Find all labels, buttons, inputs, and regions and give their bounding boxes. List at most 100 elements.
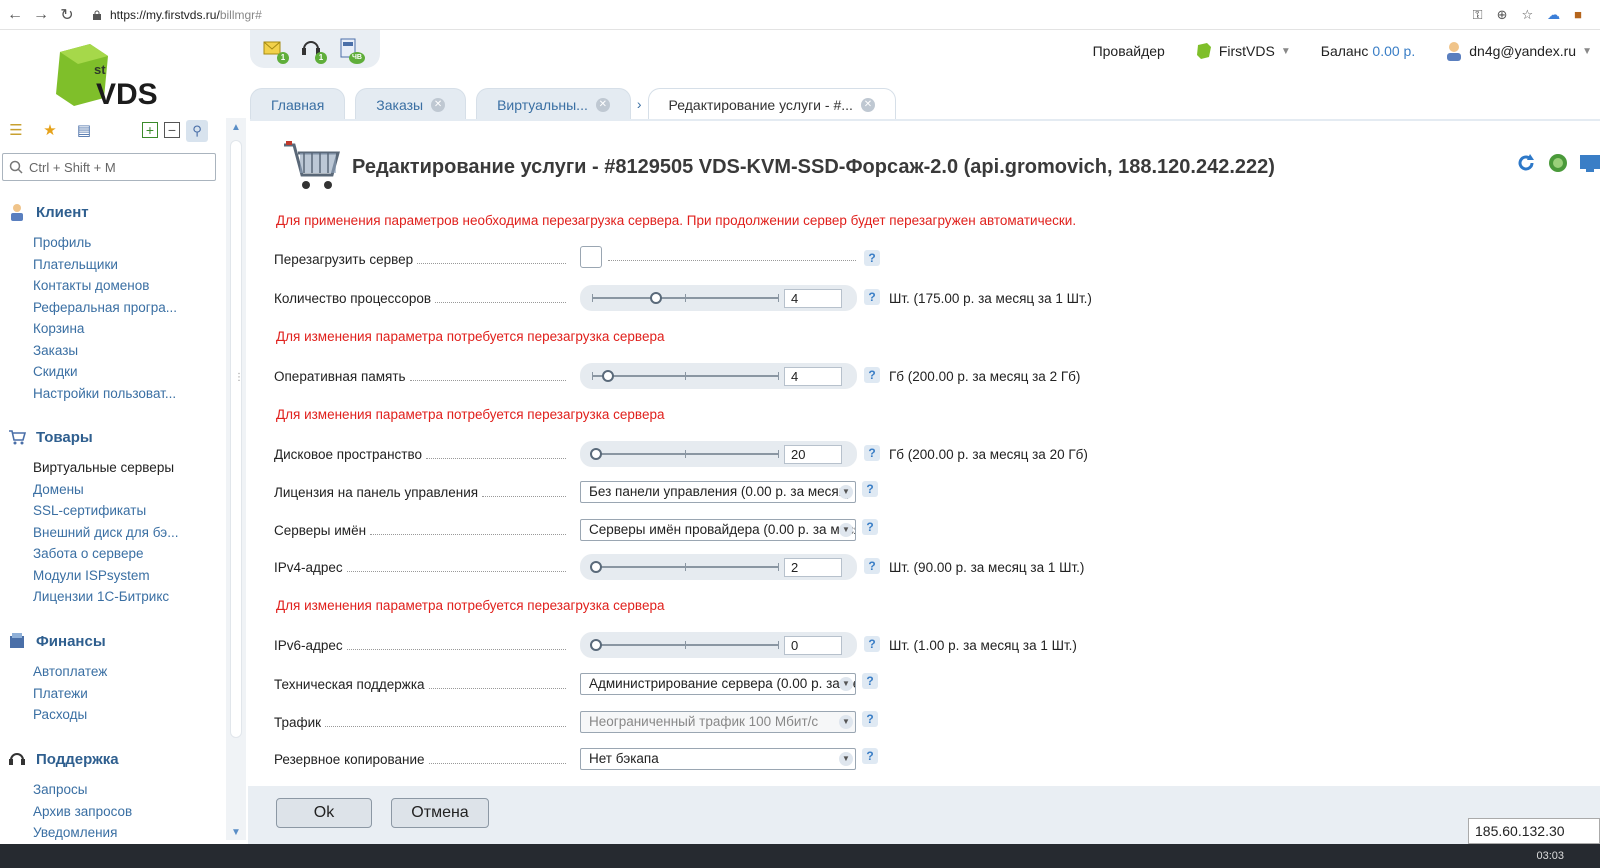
star-icon[interactable]: ☆ xyxy=(1521,7,1533,23)
scroll-down-icon[interactable]: ▼ xyxy=(231,827,241,838)
slider-handle[interactable] xyxy=(590,561,602,573)
address-bar[interactable]: https://my.firstvds.ru/billmgr# xyxy=(92,4,1473,26)
sidebar-item-server-care[interactable]: Забота о сервере xyxy=(0,543,226,565)
close-icon[interactable]: ✕ xyxy=(431,97,446,112)
sidebar-item-cart[interactable]: Корзина xyxy=(0,318,226,340)
tab-orders[interactable]: Заказы ✕ xyxy=(355,88,467,120)
help-icon[interactable]: ? xyxy=(864,445,880,461)
help-icon[interactable]: ? xyxy=(862,481,878,497)
sidebar-item-expenses[interactable]: Расходы xyxy=(0,704,226,726)
sidebar-item-virtual-servers[interactable]: Виртуальные серверы xyxy=(0,457,226,479)
forward-icon[interactable]: → xyxy=(30,4,52,26)
sidebar-item-user-settings[interactable]: Настройки пользоват... xyxy=(0,383,226,405)
tab-edit-service[interactable]: Редактирование услуги - #... ✕ xyxy=(647,88,896,120)
zoom-icon[interactable]: ⊕ xyxy=(1497,7,1508,23)
refresh-icon[interactable] xyxy=(1516,153,1536,173)
ipv4-row: IPv4-адрес 2 ? Шт. (90.00 р. за месяц за… xyxy=(274,554,1134,582)
globe-icon[interactable] xyxy=(1548,153,1568,173)
scrollbar-thumb[interactable] xyxy=(230,140,242,738)
support-select[interactable]: Администрирование сервера (0.00 р. за ме… xyxy=(580,673,856,695)
sidebar-group-title[interactable]: Товары xyxy=(0,425,226,449)
pin-icon[interactable]: ⚲ xyxy=(186,120,208,142)
reload-icon[interactable]: ↻ xyxy=(56,4,78,26)
ram-input[interactable]: 4 xyxy=(784,367,842,386)
help-icon[interactable]: ? xyxy=(864,250,880,266)
sidebar-item-notifications[interactable]: Уведомления xyxy=(0,822,226,844)
traffic-select: Неограниченный трафик 100 Мбит/с ▼ xyxy=(580,711,856,733)
sidebar-item-request-archive[interactable]: Архив запросов xyxy=(0,801,226,823)
sidebar-group-title[interactable]: Финансы xyxy=(0,629,226,653)
collapse-all-icon[interactable]: − xyxy=(164,122,180,138)
close-icon[interactable]: ✕ xyxy=(595,97,610,112)
sidebar-scrollbar[interactable]: ▲ ⋮ ▼ xyxy=(226,118,246,840)
help-icon[interactable]: ? xyxy=(862,711,878,727)
menu-search-field[interactable] xyxy=(2,153,216,181)
ipv6-row: IPv6-адрес 0 ? Шт. (1.00 р. за месяц за … xyxy=(274,632,1134,660)
help-icon[interactable]: ? xyxy=(862,673,878,689)
sidebar-item-backup-disk[interactable]: Внешний диск для бэ... xyxy=(0,522,226,544)
help-icon[interactable]: ? xyxy=(864,636,880,652)
ok-button[interactable]: Ok xyxy=(276,798,372,828)
close-icon[interactable]: ✕ xyxy=(860,97,875,112)
backup-select[interactable]: Нет бэкапа ▼ xyxy=(580,748,856,770)
sidebar-item-payers[interactable]: Плательщики xyxy=(0,254,226,276)
sidebar-group-title[interactable]: Клиент xyxy=(0,200,226,224)
ipv6-input[interactable]: 0 xyxy=(784,636,842,655)
ipv6-slider[interactable]: 0 xyxy=(580,632,857,658)
provider-selector[interactable]: FirstVDS ▼ xyxy=(1195,42,1291,60)
messages-icon[interactable]: 1 xyxy=(262,37,289,64)
disk-input[interactable]: 20 xyxy=(784,445,842,464)
cancel-button[interactable]: Отмена xyxy=(391,798,489,828)
profile-icon[interactable]: ■ xyxy=(1574,7,1582,22)
sidebar-item-domain-contacts[interactable]: Контакты доменов xyxy=(0,275,226,297)
slider-handle[interactable] xyxy=(650,292,662,304)
sidebar-item-bitrix-licenses[interactable]: Лицензии 1С-Битрикс xyxy=(0,586,226,608)
sidebar-item-discounts[interactable]: Скидки xyxy=(0,361,226,383)
sidebar-item-payments[interactable]: Платежи xyxy=(0,683,226,705)
expand-all-icon[interactable]: + xyxy=(142,122,158,138)
ipv4-input[interactable]: 2 xyxy=(784,558,842,577)
sidebar-item-ssl[interactable]: SSL-сертификаты xyxy=(0,500,226,522)
slider-handle[interactable] xyxy=(590,448,602,460)
sidebar-item-profile[interactable]: Профиль xyxy=(0,232,226,254)
cpu-input[interactable]: 4 xyxy=(784,289,842,308)
firstvds-logo[interactable]: st VDS xyxy=(50,44,170,110)
back-icon[interactable]: ← xyxy=(4,4,26,26)
nameservers-select[interactable]: Серверы имён провайдера (0.00 р. за меся… xyxy=(580,519,856,541)
reboot-checkbox[interactable] xyxy=(580,246,602,268)
clipboard-icon[interactable]: ▤ xyxy=(74,120,94,140)
help-icon[interactable]: ? xyxy=(862,748,878,764)
scroll-up-icon[interactable]: ▲ xyxy=(231,122,241,133)
menu-search-input[interactable] xyxy=(29,159,209,175)
api-icon[interactable] xyxy=(1580,153,1600,173)
tickets-icon[interactable]: ЧВ xyxy=(338,37,365,64)
tab-virtual-servers[interactable]: Виртуальны... ✕ xyxy=(476,88,631,120)
help-icon[interactable]: ? xyxy=(862,519,878,535)
sidebar-item-orders[interactable]: Заказы xyxy=(0,340,226,362)
favorites-star-icon[interactable]: ★ xyxy=(40,120,60,140)
balance-value[interactable]: 0.00 р. xyxy=(1372,43,1415,59)
tab-home[interactable]: Главная xyxy=(250,88,346,120)
panel-license-select[interactable]: Без панели управления (0.00 р. за месяц)… xyxy=(580,481,856,503)
ipv4-slider[interactable]: 2 xyxy=(580,554,857,580)
help-icon[interactable]: ? xyxy=(864,367,880,383)
sidebar-item-autopay[interactable]: Автоплатеж xyxy=(0,661,226,683)
cpu-slider[interactable]: 4 xyxy=(580,285,857,311)
sidebar-group-title[interactable]: Поддержка xyxy=(0,747,226,771)
sidebar-item-isp-modules[interactable]: Модули ISPsystem xyxy=(0,565,226,587)
disk-slider[interactable]: 20 xyxy=(580,441,857,467)
sidebar-item-requests[interactable]: Запросы xyxy=(0,779,226,801)
tree-view-icon[interactable]: ☰ xyxy=(6,120,26,140)
resize-grip-icon[interactable]: ⋮ xyxy=(234,372,244,383)
cloud-icon[interactable]: ☁ xyxy=(1547,7,1560,23)
user-menu[interactable]: dn4g@yandex.ru ▼ xyxy=(1445,41,1592,61)
help-icon[interactable]: ? xyxy=(864,289,880,305)
key-icon[interactable]: ⚿ xyxy=(1473,7,1483,23)
support-headset-icon[interactable]: 1 xyxy=(300,37,327,64)
sidebar-item-referral[interactable]: Реферальная програ... xyxy=(0,297,226,319)
slider-handle[interactable] xyxy=(602,370,614,382)
ram-slider[interactable]: 4 xyxy=(580,363,857,389)
help-icon[interactable]: ? xyxy=(864,558,880,574)
sidebar-item-domains[interactable]: Домены xyxy=(0,479,226,501)
slider-handle[interactable] xyxy=(590,639,602,651)
